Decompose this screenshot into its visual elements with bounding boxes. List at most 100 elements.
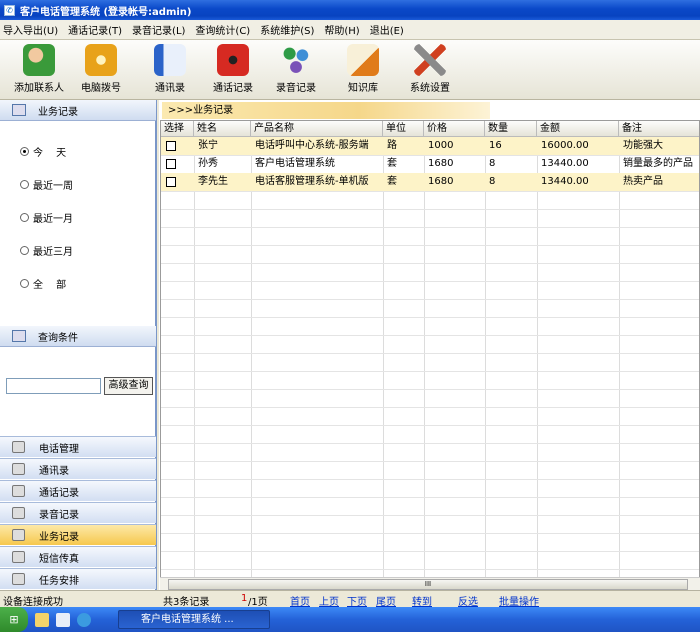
radio-button[interactable] — [20, 279, 29, 288]
grid-line — [194, 137, 195, 577]
radio-button[interactable] — [20, 246, 29, 255]
grid-line — [161, 191, 699, 192]
nav-task-schedule[interactable]: 任务安排 — [0, 568, 156, 589]
grid-line — [161, 281, 699, 282]
knowledge-base-icon — [347, 44, 379, 76]
table-row[interactable]: 李先生 电话客服管理系统-单机版 套 1680 8 13440.00 热卖产品 — [161, 173, 699, 191]
call-log-button[interactable]: 通话记录 — [213, 44, 253, 94]
cell-product: 电话客服管理系统-单机版 — [255, 176, 369, 187]
menu-exit[interactable]: 退出(E) — [370, 22, 404, 37]
phone-icon — [12, 441, 25, 453]
cell-unit: 套 — [387, 176, 397, 187]
recording-icon — [280, 44, 312, 76]
cell-quantity: 8 — [489, 158, 496, 169]
radio-button[interactable] — [20, 213, 29, 222]
grid-line — [161, 497, 699, 498]
table-row[interactable]: 张宁 电话呼叫中心系统-服务端 路 1000 16 16000.00 功能强大 — [161, 137, 699, 155]
cell-remark: 销量最多的产品 — [623, 158, 693, 169]
address-book-button[interactable]: 通讯录 — [154, 44, 186, 94]
call-log-icon — [12, 485, 25, 497]
nav-address-book[interactable]: 通讯录 — [0, 458, 156, 479]
quicklaunch-icon[interactable] — [35, 612, 49, 627]
col-quantity[interactable]: 数量 — [485, 121, 537, 137]
menu-call-log[interactable]: 通话记录(T) — [68, 22, 122, 37]
grid-line — [424, 137, 425, 577]
col-product[interactable]: 产品名称 — [251, 121, 383, 137]
first-page-link[interactable]: 首页 — [290, 593, 310, 608]
advanced-search-button[interactable]: 高级查询 — [104, 377, 153, 395]
radio-last-three-months[interactable]: 最近三月 — [20, 243, 73, 258]
cell-name: 孙秀 — [198, 158, 218, 169]
grid-line — [161, 263, 699, 264]
radio-button[interactable] — [20, 180, 29, 189]
magnifier-icon — [12, 330, 26, 342]
task-icon — [12, 573, 25, 585]
batch-operation-link[interactable]: 批量操作 — [499, 593, 539, 608]
taskbar-app-button[interactable]: 客户电话管理系统 ... — [118, 610, 270, 629]
left-panel: 业务记录 今 天 最近一周 最近一月 最近三月 全 部 查询条件 高级查询 电话… — [0, 100, 157, 590]
cell-price: 1000 — [428, 140, 454, 151]
scroll-thumb[interactable]: III — [168, 579, 688, 590]
business-record-header: 业务记录 — [0, 100, 156, 121]
cell-amount: 16000.00 — [541, 140, 589, 151]
quicklaunch-icon[interactable] — [77, 612, 91, 627]
cell-product: 电话呼叫中心系统-服务端 — [255, 140, 369, 151]
horizontal-scrollbar[interactable]: III — [160, 577, 700, 590]
cell-price: 1680 — [428, 176, 454, 187]
grid-line — [383, 137, 384, 577]
menu-system-maintenance[interactable]: 系统维护(S) — [260, 22, 314, 37]
system-settings-button[interactable]: 系统设置 — [410, 44, 450, 94]
cell-quantity: 16 — [489, 140, 502, 151]
address-book-icon — [154, 44, 186, 76]
start-button[interactable]: ⊞ — [0, 607, 28, 632]
menu-query-stats[interactable]: 查询统计(C) — [195, 22, 250, 37]
nav-phone-management[interactable]: 电话管理 — [0, 436, 156, 457]
menu-help[interactable]: 帮助(H) — [324, 22, 359, 37]
grid-line — [161, 551, 699, 552]
radio-all[interactable]: 全 部 — [20, 276, 66, 291]
col-remark[interactable]: 备注 — [619, 121, 699, 137]
cell-amount: 13440.00 — [541, 158, 589, 169]
add-contact-button[interactable]: 添加联系人 — [14, 44, 64, 94]
window-title: 客户电话管理系统 (登录帐号:admin) — [20, 6, 192, 18]
nav-call-log[interactable]: 通话记录 — [0, 480, 156, 501]
radio-last-week[interactable]: 最近一周 — [20, 177, 73, 192]
row-checkbox[interactable] — [166, 177, 176, 187]
table-icon — [12, 104, 26, 116]
nav-business-record[interactable]: 业务记录 — [0, 524, 156, 545]
dial-button[interactable]: 电脑拨号 — [81, 44, 121, 94]
table-row[interactable]: 孙秀 客户电话管理系统 套 1680 8 13440.00 销量最多的产品 — [161, 155, 699, 173]
row-checkbox[interactable] — [166, 141, 176, 151]
row-checkbox[interactable] — [166, 159, 176, 169]
last-page-link[interactable]: 尾页 — [376, 593, 396, 608]
phone-dial-icon — [85, 44, 117, 76]
menu-recording-log[interactable]: 录音记录(L) — [132, 22, 185, 37]
col-amount[interactable]: 金额 — [537, 121, 619, 137]
col-unit[interactable]: 单位 — [383, 121, 424, 137]
speaker-icon — [12, 507, 25, 519]
cell-remark: 热卖产品 — [623, 176, 663, 187]
menu-import-export[interactable]: 导入导出(U) — [3, 22, 58, 37]
quicklaunch-icon[interactable] — [56, 612, 70, 627]
invert-selection-link[interactable]: 反选 — [458, 593, 478, 608]
sms-fax-icon — [12, 551, 25, 563]
prev-page-link[interactable]: 上页 — [319, 593, 339, 608]
nav-sms-fax[interactable]: 短信传真 — [0, 546, 156, 567]
recording-button[interactable]: 录音记录 — [276, 44, 316, 94]
nav-recording-log[interactable]: 录音记录 — [0, 502, 156, 523]
cell-unit: 路 — [387, 140, 397, 151]
radio-button[interactable] — [20, 147, 29, 156]
knowledge-base-button[interactable]: 知识库 — [347, 44, 379, 94]
search-input[interactable] — [6, 378, 101, 394]
col-name[interactable]: 姓名 — [194, 121, 251, 137]
goto-link[interactable]: 转到 — [412, 593, 432, 608]
app-icon: ✆ — [4, 4, 15, 16]
cell-quantity: 8 — [489, 176, 496, 187]
radio-today[interactable]: 今 天 — [20, 144, 66, 159]
next-page-link[interactable]: 下页 — [347, 593, 367, 608]
col-select[interactable]: 选择 — [161, 121, 194, 137]
col-price[interactable]: 价格 — [424, 121, 485, 137]
grid-line — [161, 371, 699, 372]
cell-remark: 功能强大 — [623, 140, 663, 151]
radio-last-month[interactable]: 最近一月 — [20, 210, 73, 225]
